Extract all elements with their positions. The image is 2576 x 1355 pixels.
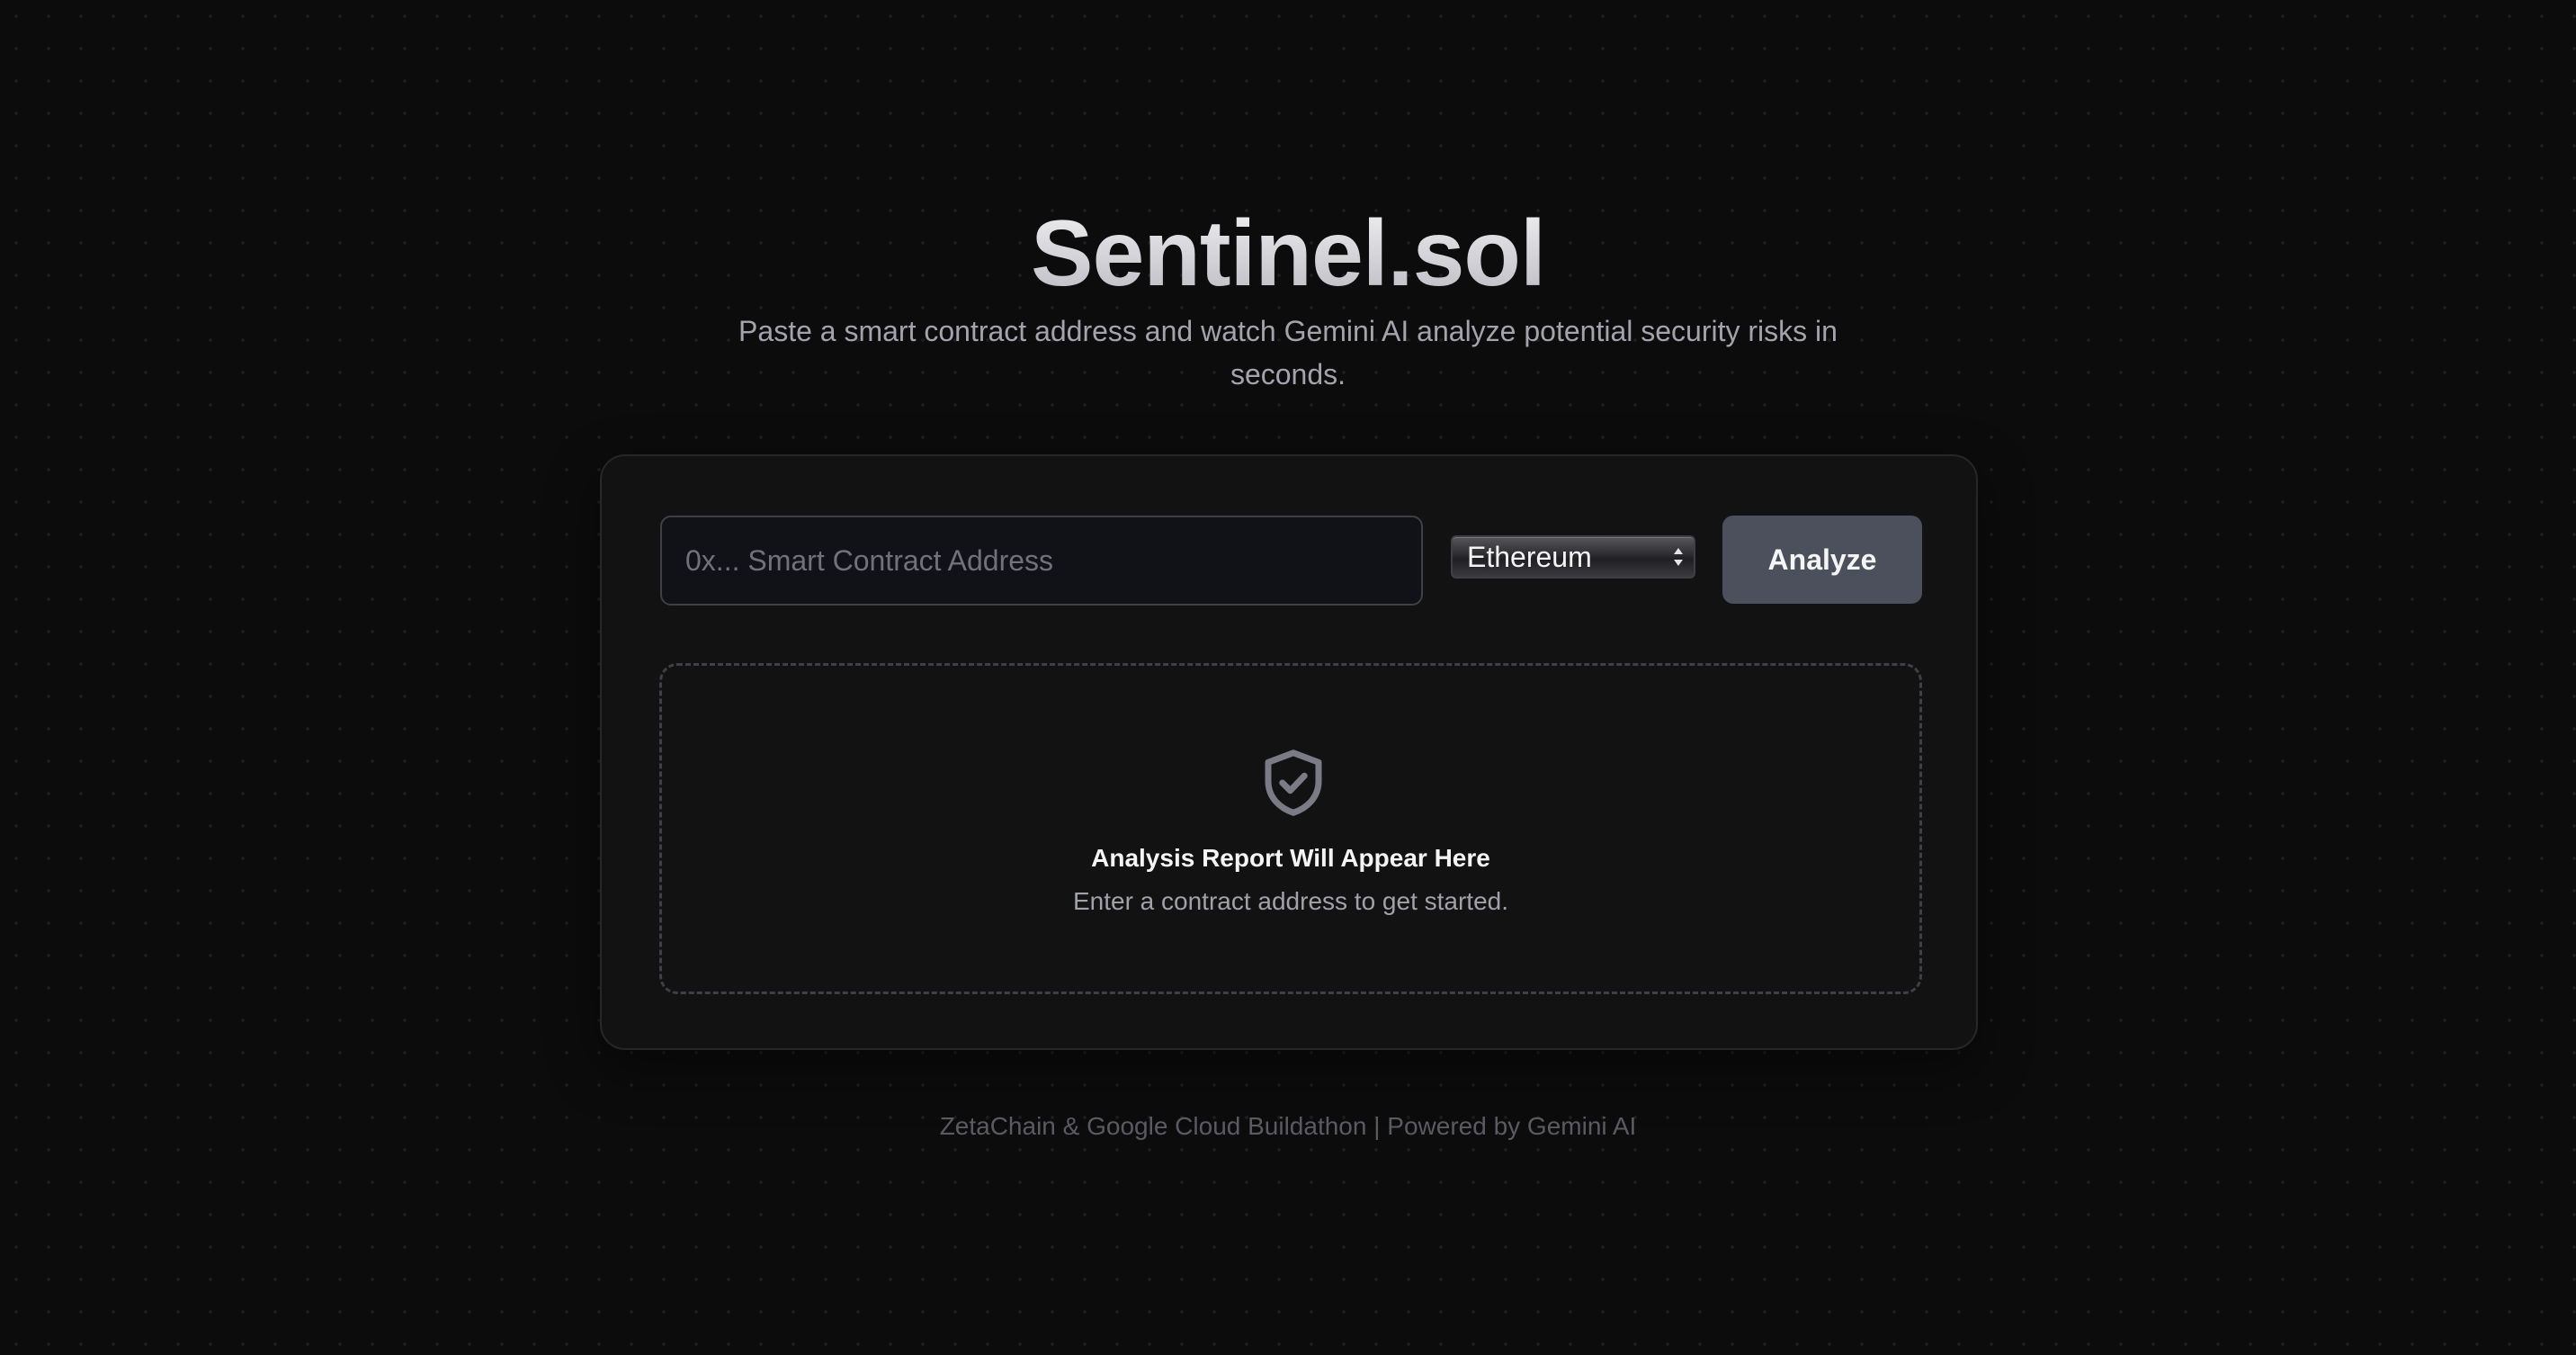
network-select-value: Ethereum bbox=[1467, 541, 1592, 573]
network-select[interactable]: Ethereum bbox=[1451, 535, 1695, 579]
analyze-button[interactable]: Analyze bbox=[1722, 516, 1922, 604]
contract-address-input[interactable] bbox=[660, 516, 1423, 606]
report-title: Analysis Report Will Appear Here bbox=[1091, 844, 1490, 872]
page: Sentinel.sol Paste a smart contract addr… bbox=[0, 0, 2576, 1355]
report-hint: Enter a contract address to get started. bbox=[1072, 887, 1509, 915]
shield-check-icon bbox=[1265, 749, 1322, 816]
footer-text: ZetaChain & Google Cloud Buildathon | Po… bbox=[939, 1112, 1637, 1140]
analyzer-card: Ethereum Analyze Analysis Report Will Ap… bbox=[600, 454, 1978, 1050]
select-arrows-icon bbox=[1674, 548, 1683, 566]
page-title: Sentinel.sol bbox=[0, 200, 2576, 308]
report-placeholder: Analysis Report Will Appear Here Enter a… bbox=[659, 663, 1922, 994]
page-subtitle: Paste a smart contract address and watch… bbox=[738, 315, 1838, 390]
